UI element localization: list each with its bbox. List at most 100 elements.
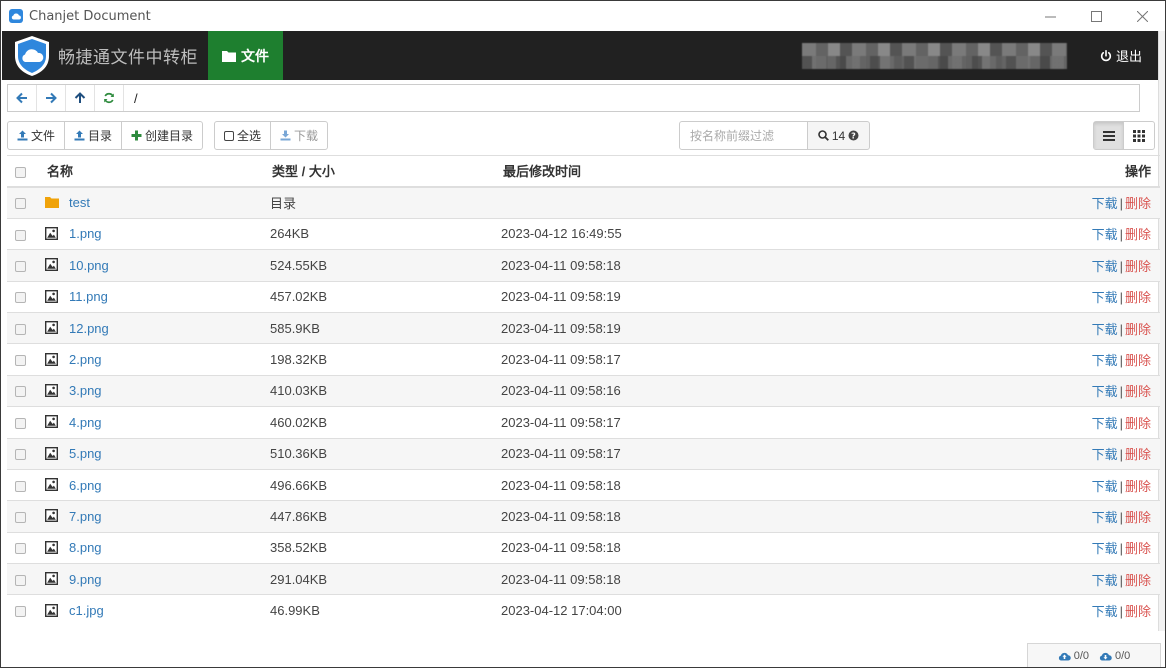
- delete-link[interactable]: 删除: [1125, 541, 1151, 556]
- header-name[interactable]: 名称: [35, 154, 262, 188]
- delete-link[interactable]: 删除: [1125, 447, 1151, 462]
- file-name-link[interactable]: c1.jpg: [69, 603, 104, 618]
- file-name-link[interactable]: 5.png: [69, 446, 102, 461]
- download-link[interactable]: 下载: [1092, 479, 1118, 494]
- table-row[interactable]: 7.png 447.86KB 2023-04-11 09:58:18 下载 | 删除: [7, 500, 1160, 533]
- delete-link[interactable]: 删除: [1125, 353, 1151, 368]
- header-size[interactable]: 类型 / 大小: [262, 154, 493, 188]
- file-name-link[interactable]: 3.png: [69, 383, 102, 398]
- action-separator: |: [1119, 384, 1123, 400]
- delete-link[interactable]: 删除: [1125, 259, 1151, 274]
- delete-link[interactable]: 删除: [1125, 604, 1151, 619]
- header-time[interactable]: 最后修改时间: [493, 154, 923, 188]
- row-checkbox[interactable]: [15, 606, 26, 618]
- file-name-link[interactable]: 9.png: [69, 572, 102, 587]
- file-name-link[interactable]: 2.png: [69, 352, 102, 367]
- file-modified-time: [493, 186, 923, 219]
- download-link[interactable]: 下载: [1092, 196, 1118, 211]
- header-checkbox-cell: [7, 154, 35, 188]
- row-checkbox[interactable]: [15, 449, 26, 461]
- file-name-link[interactable]: 12.png: [69, 321, 109, 336]
- table-row[interactable]: c1.jpg 46.99KB 2023-04-12 17:04:00 下载 | 删除: [7, 594, 1160, 627]
- create-directory-button[interactable]: 创建目录: [122, 122, 202, 149]
- download-link[interactable]: 下载: [1092, 353, 1118, 368]
- refresh-button[interactable]: [95, 85, 124, 111]
- file-list: test 目录 下载 | 删除 1.png 264KB 2023-04-12 16:49:55…: [7, 186, 1160, 627]
- download-link[interactable]: 下载: [1092, 447, 1118, 462]
- select-all-button[interactable]: 全选: [215, 122, 272, 149]
- download-link[interactable]: 下载: [1092, 510, 1118, 525]
- delete-link[interactable]: 删除: [1125, 384, 1151, 399]
- delete-link[interactable]: 删除: [1125, 479, 1151, 494]
- table-row[interactable]: 5.png 510.36KB 2023-04-11 09:58:17 下载 | 删除: [7, 437, 1160, 470]
- close-button[interactable]: [1119, 1, 1165, 31]
- transfer-status[interactable]: 0/0 0/0: [1027, 643, 1161, 667]
- table-row[interactable]: 2.png 198.32KB 2023-04-11 09:58:17 下载 | 删除: [7, 343, 1160, 376]
- delete-link[interactable]: 删除: [1125, 510, 1151, 525]
- table-row[interactable]: 6.png 496.66KB 2023-04-11 09:58:18 下载 | 删除: [7, 468, 1160, 501]
- delete-link[interactable]: 删除: [1125, 290, 1151, 305]
- upload-file-button[interactable]: 文件: [8, 122, 66, 149]
- table-row[interactable]: 11.png 457.02KB 2023-04-11 09:58:19 下载 | 删除: [7, 280, 1160, 313]
- filter-input[interactable]: [679, 121, 808, 150]
- file-name-link[interactable]: 4.png: [69, 415, 102, 430]
- file-name-link[interactable]: 1.png: [69, 226, 102, 241]
- maximize-button[interactable]: [1073, 1, 1119, 31]
- download-link[interactable]: 下载: [1092, 290, 1118, 305]
- row-checkbox-cell: [7, 217, 35, 250]
- up-button[interactable]: [66, 85, 95, 111]
- row-checkbox[interactable]: [15, 355, 26, 367]
- table-row[interactable]: 8.png 358.52KB 2023-04-11 09:58:18 下载 | 删除: [7, 531, 1160, 564]
- file-name-link[interactable]: 8.png: [69, 540, 102, 555]
- filter-search-button[interactable]: 14 ?: [807, 121, 870, 150]
- table-row[interactable]: 3.png 410.03KB 2023-04-11 09:58:16 下载 | 删除: [7, 374, 1160, 407]
- row-checkbox[interactable]: [15, 417, 26, 429]
- table-row[interactable]: test 目录 下载 | 删除: [7, 186, 1160, 219]
- table-row[interactable]: 4.png 460.02KB 2023-04-11 09:58:17 下载 | 删除: [7, 406, 1160, 439]
- file-size: 264KB: [262, 217, 493, 250]
- logout-button[interactable]: 退出: [1100, 31, 1142, 80]
- download-link[interactable]: 下载: [1092, 541, 1118, 556]
- file-name-link[interactable]: 11.png: [69, 289, 108, 304]
- delete-link[interactable]: 删除: [1125, 227, 1151, 242]
- row-checkbox[interactable]: [15, 480, 26, 492]
- file-name-link[interactable]: test: [69, 195, 90, 210]
- delete-link[interactable]: 删除: [1125, 322, 1151, 337]
- download-link[interactable]: 下载: [1092, 227, 1118, 242]
- download-link[interactable]: 下载: [1092, 259, 1118, 274]
- row-checkbox[interactable]: [15, 323, 26, 335]
- delete-link[interactable]: 删除: [1125, 573, 1151, 588]
- nav-tab-files[interactable]: 文件: [208, 31, 283, 80]
- row-checkbox[interactable]: [15, 386, 26, 398]
- row-checkbox[interactable]: [15, 512, 26, 524]
- row-checkbox[interactable]: [15, 543, 26, 555]
- app-header: 畅捷通文件中转柜 文件 退出: [2, 31, 1160, 80]
- download-link[interactable]: 下载: [1092, 604, 1118, 619]
- delete-link[interactable]: 删除: [1125, 416, 1151, 431]
- table-row[interactable]: 10.png 524.55KB 2023-04-11 09:58:18 下载 | 删除: [7, 249, 1160, 282]
- row-checkbox[interactable]: [15, 229, 26, 241]
- select-all-checkbox[interactable]: [15, 166, 26, 178]
- back-button[interactable]: [8, 85, 37, 111]
- row-checkbox[interactable]: [15, 260, 26, 272]
- upload-directory-button[interactable]: 目录: [65, 122, 123, 149]
- file-name-link[interactable]: 10.png: [69, 258, 109, 273]
- download-link[interactable]: 下载: [1092, 322, 1118, 337]
- list-view-button[interactable]: [1094, 122, 1124, 149]
- table-row[interactable]: 9.png 291.04KB 2023-04-11 09:58:18 下载 | 删除: [7, 563, 1160, 595]
- table-row[interactable]: 12.png 585.9KB 2023-04-11 09:58:19 下载 | 删除: [7, 311, 1160, 344]
- download-link[interactable]: 下载: [1092, 573, 1118, 588]
- table-row[interactable]: 1.png 264KB 2023-04-12 16:49:55 下载 | 删除: [7, 217, 1160, 250]
- file-name-link[interactable]: 6.png: [69, 478, 102, 493]
- forward-button[interactable]: [37, 85, 66, 111]
- file-name-link[interactable]: 7.png: [69, 509, 102, 524]
- row-checkbox[interactable]: [15, 198, 26, 210]
- row-checkbox[interactable]: [15, 574, 26, 586]
- grid-view-button[interactable]: [1124, 122, 1154, 149]
- download-selected-button[interactable]: 下载: [271, 122, 327, 149]
- download-link[interactable]: 下载: [1092, 416, 1118, 431]
- download-link[interactable]: 下载: [1092, 384, 1118, 399]
- row-checkbox[interactable]: [15, 292, 26, 304]
- delete-link[interactable]: 删除: [1125, 196, 1151, 211]
- minimize-button[interactable]: [1027, 1, 1073, 31]
